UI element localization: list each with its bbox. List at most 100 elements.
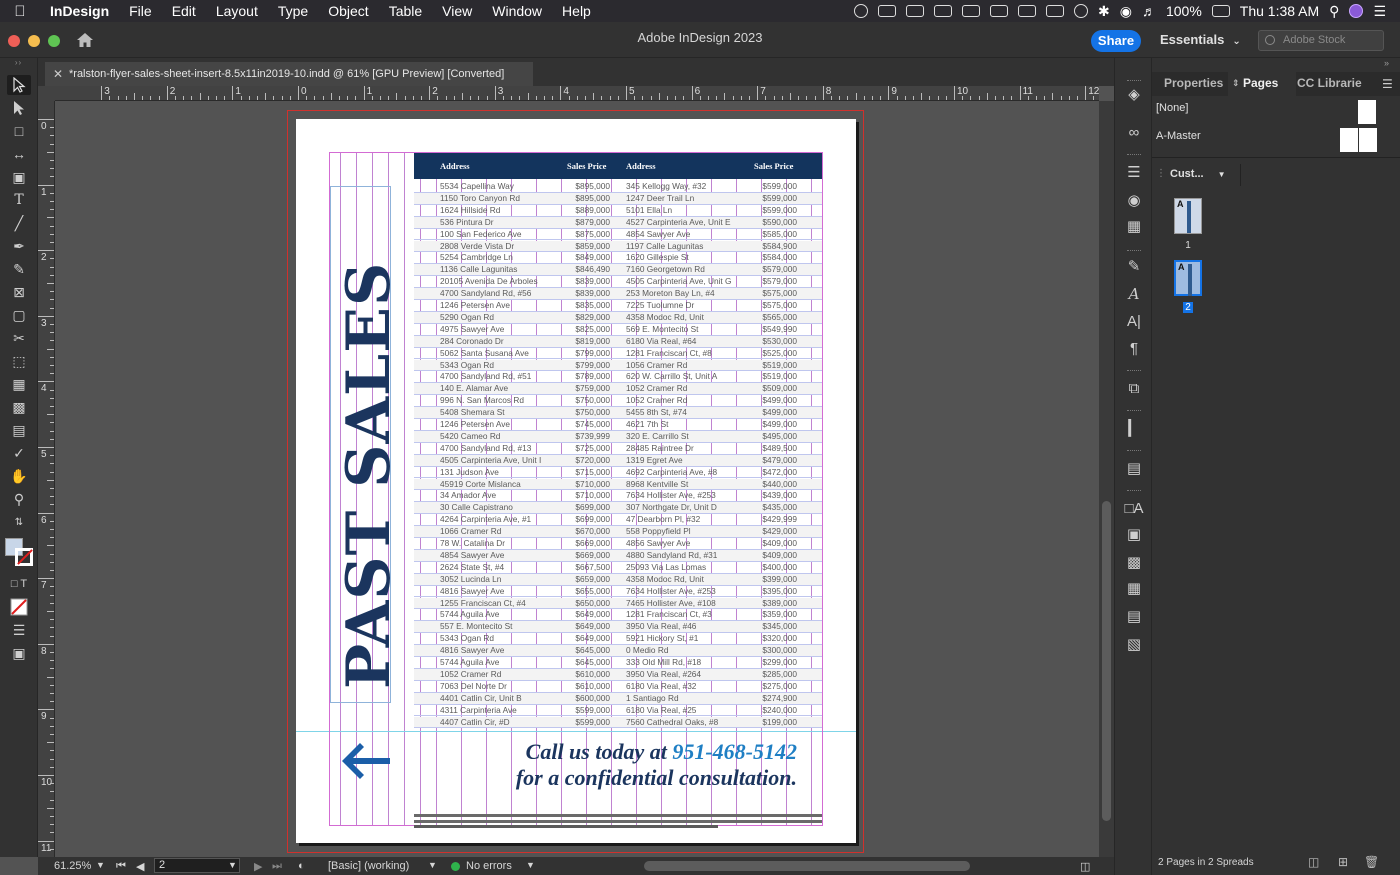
panel-grip[interactable] bbox=[1127, 490, 1141, 492]
menu-view[interactable]: View bbox=[432, 3, 482, 19]
chevron-updown-icon[interactable]: ⇕ bbox=[1232, 78, 1240, 89]
page-thumbnail-2[interactable]: A bbox=[1174, 260, 1202, 296]
stripes-icon[interactable] bbox=[1046, 5, 1065, 17]
text-wrap-icon[interactable]: ▤ bbox=[1124, 458, 1144, 478]
chevron-down-icon[interactable]: ▼ bbox=[428, 860, 437, 870]
direct-selection-tool-icon[interactable] bbox=[7, 98, 31, 118]
last-page-icon[interactable]: ⏭ bbox=[272, 860, 282, 873]
tab-cc-libraries[interactable]: CC Librarie bbox=[1297, 76, 1362, 90]
past-sales-heading[interactable]: PAST SALES bbox=[333, 209, 405, 689]
hand-tool-icon[interactable]: ✋ bbox=[7, 466, 31, 486]
pen-tool-icon[interactable]: ✒ bbox=[7, 236, 31, 256]
zoom-level[interactable]: 61.25% bbox=[54, 860, 91, 872]
eyedropper-tool-icon[interactable]: ✓ bbox=[7, 443, 31, 463]
glyphs-icon[interactable]: □A bbox=[1124, 498, 1144, 518]
adobe-stock-search-input[interactable]: Adobe Stock bbox=[1258, 30, 1384, 51]
page-tool-icon[interactable]: □ bbox=[7, 121, 31, 141]
share-button[interactable]: Share bbox=[1091, 30, 1141, 52]
split-window-icon[interactable]: ◫ bbox=[1080, 860, 1090, 873]
chevron-down-icon[interactable]: ▼ bbox=[228, 860, 237, 870]
cloud-icon[interactable] bbox=[934, 5, 953, 17]
vertical-scroll-thumb[interactable] bbox=[1102, 501, 1111, 821]
menu-type[interactable]: Type bbox=[268, 3, 318, 19]
preflight-icon[interactable]: ◐ bbox=[298, 860, 305, 872]
control-center-icon[interactable]: ☰ bbox=[1373, 3, 1386, 20]
bars-icon[interactable] bbox=[990, 5, 1009, 17]
close-tab-icon[interactable]: ✕ bbox=[53, 62, 63, 86]
zoom-tool-icon[interactable]: ⚲ bbox=[7, 489, 31, 509]
edit-page-size-icon[interactable]: ◫ bbox=[1308, 855, 1319, 869]
clock[interactable]: Thu 1:38 AM bbox=[1240, 3, 1319, 19]
rectangle-frame-tool-icon[interactable]: ⊠ bbox=[7, 282, 31, 302]
panel-grip[interactable] bbox=[1127, 80, 1141, 82]
effects-icon[interactable]: ▧ bbox=[1124, 634, 1144, 654]
character-styles-icon[interactable]: A bbox=[1124, 284, 1144, 304]
master-none-thumbnail[interactable] bbox=[1358, 100, 1376, 124]
gradient-tool-icon[interactable]: ▦ bbox=[7, 374, 31, 394]
sync-icon[interactable] bbox=[1018, 5, 1037, 17]
delete-page-icon[interactable]: 🗑 bbox=[1364, 855, 1379, 869]
wifi-icon[interactable]: ◉ bbox=[1120, 3, 1132, 20]
menu-table[interactable]: Table bbox=[379, 3, 432, 19]
character-icon[interactable]: A| bbox=[1124, 311, 1144, 331]
bluetooth-icon[interactable]: ✱ bbox=[1098, 3, 1110, 20]
cloud-icon[interactable] bbox=[906, 5, 925, 17]
call-to-action[interactable]: Call us today at 951-468-5142 for a conf… bbox=[440, 739, 797, 791]
stroke-icon[interactable]: ☰ bbox=[1124, 162, 1144, 182]
vertical-ruler[interactable]: 0 1 2 3 4 5 6 7 8 9 10 11 bbox=[38, 101, 55, 857]
cloud-icon[interactable] bbox=[878, 5, 897, 17]
chevron-down-icon[interactable]: ▼ bbox=[96, 860, 105, 870]
battery-icon[interactable] bbox=[1211, 5, 1230, 17]
master-a-thumbnail-left[interactable] bbox=[1340, 128, 1358, 152]
rectangle-tool-icon[interactable]: ▢ bbox=[7, 305, 31, 325]
chevron-down-icon[interactable]: ▼ bbox=[526, 860, 535, 870]
spotlight-search-icon[interactable]: ⚲ bbox=[1329, 3, 1339, 20]
tab-properties[interactable]: Properties bbox=[1164, 76, 1223, 90]
free-transform-tool-icon[interactable]: ⬚ bbox=[7, 351, 31, 371]
screen-mode-icon[interactable]: ☰ bbox=[7, 620, 31, 640]
panel-grip[interactable]: ›› bbox=[0, 58, 37, 72]
pencil-tool-icon[interactable]: ✎ bbox=[7, 259, 31, 279]
menu-app-name[interactable]: InDesign bbox=[40, 3, 119, 19]
menu-file[interactable]: File bbox=[119, 3, 162, 19]
creative-cloud-icon[interactable] bbox=[854, 4, 869, 18]
panel-grip[interactable] bbox=[1127, 250, 1141, 252]
document-tab[interactable]: ✕ *ralston-flyer-sales-sheet-insert-8.5x… bbox=[45, 62, 533, 86]
scissors-tool-icon[interactable]: ✂ bbox=[7, 328, 31, 348]
master-a-thumbnail-right[interactable] bbox=[1359, 128, 1377, 152]
object-styles-icon[interactable]: ▣ bbox=[1124, 524, 1144, 544]
next-page-icon[interactable]: ▶ bbox=[254, 860, 262, 873]
menu-layout[interactable]: Layout bbox=[206, 3, 268, 19]
gap-tool-icon[interactable]: ↔ bbox=[7, 144, 31, 164]
panel-grip[interactable] bbox=[1127, 410, 1141, 412]
panel-grip[interactable] bbox=[1127, 370, 1141, 372]
paragraph-styles-icon[interactable]: ✎ bbox=[1124, 256, 1144, 276]
panel-menu-icon[interactable]: ☰ bbox=[1382, 77, 1393, 91]
menu-window[interactable]: Window bbox=[482, 3, 552, 19]
horizontal-scroll-thumb[interactable] bbox=[644, 861, 970, 871]
new-page-icon[interactable]: ⊞ bbox=[1338, 855, 1348, 869]
past-sales-table[interactable]: Address Sales Price Address Sales Price … bbox=[414, 153, 822, 729]
previous-page-icon[interactable]: ◀ bbox=[136, 860, 144, 873]
align-icon[interactable]: ▎ bbox=[1124, 418, 1144, 438]
page-thumbnail-1[interactable]: A bbox=[1174, 198, 1202, 234]
horizontal-ruler[interactable]: 3 2 1 0 1 2 3 4 5 6 7 8 9 10 11 12 bbox=[55, 86, 1099, 101]
panel-grip[interactable] bbox=[1127, 154, 1141, 156]
line-tool-icon[interactable]: ╱ bbox=[7, 213, 31, 233]
page-size-selector[interactable]: Cust... ▼ bbox=[1170, 168, 1226, 180]
menu-object[interactable]: Object bbox=[318, 3, 378, 19]
note-tool-icon[interactable]: ▤ bbox=[7, 420, 31, 440]
table-styles-icon[interactable]: ▩ bbox=[1124, 552, 1144, 572]
paragraph-icon[interactable]: ¶ bbox=[1124, 338, 1144, 358]
time-machine-icon[interactable] bbox=[1074, 4, 1089, 18]
menu-edit[interactable]: Edit bbox=[162, 3, 206, 19]
stroke-swatch[interactable] bbox=[15, 548, 33, 566]
type-tool-icon[interactable]: T bbox=[7, 190, 31, 210]
tab-pages[interactable]: Pages bbox=[1243, 76, 1278, 90]
flyer-page[interactable]: PAST SALES Address Sales Price Address S… bbox=[296, 119, 856, 843]
vertical-scrollbar[interactable] bbox=[1099, 101, 1114, 857]
gradient-feather-tool-icon[interactable]: ▩ bbox=[7, 397, 31, 417]
pathfinder-icon[interactable]: ⧉ bbox=[1124, 378, 1144, 398]
preflight-profile[interactable]: [Basic] (working) bbox=[328, 860, 409, 872]
first-page-icon[interactable]: ⏮ bbox=[116, 860, 126, 873]
